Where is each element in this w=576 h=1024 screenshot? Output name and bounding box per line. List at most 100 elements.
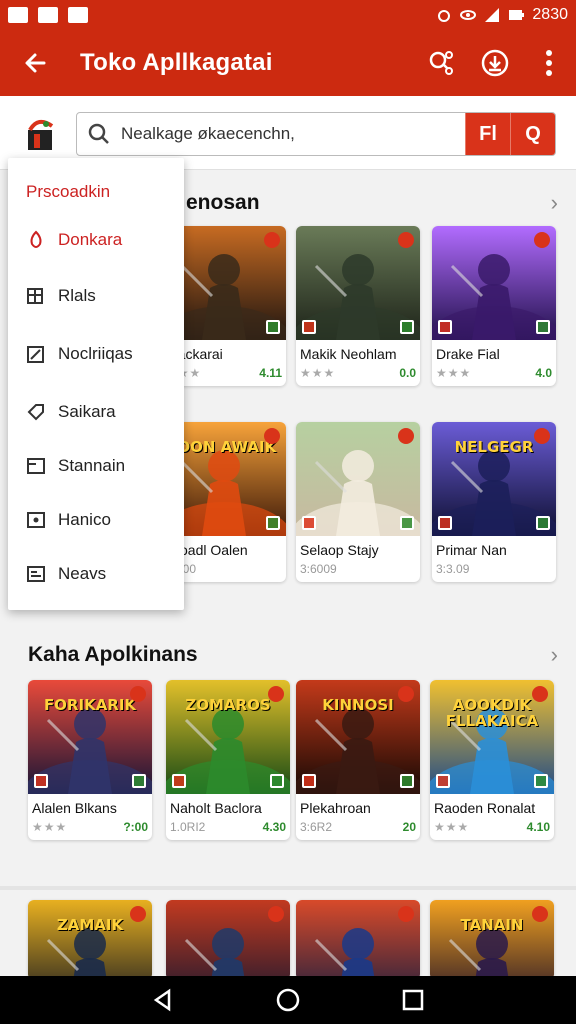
platform-corner-icon xyxy=(270,774,284,788)
section-header-2[interactable]: Kaha Apolkinans › xyxy=(28,640,576,670)
battery-icon xyxy=(509,10,525,20)
app-price: 4.30 xyxy=(262,820,286,834)
app-meta: 3:6R2 20 xyxy=(296,816,420,840)
drawer-title: Prscoadkin xyxy=(26,182,111,201)
app-card[interactable]: Selaop Stajy 3:6009 xyxy=(296,422,420,582)
app-downloads: 1.0RI2 xyxy=(170,820,206,834)
back-button[interactable] xyxy=(0,30,70,96)
more-options-button[interactable] xyxy=(522,30,576,96)
app-name: Plekahroan xyxy=(300,800,371,816)
app-artwork xyxy=(166,900,290,976)
app-artwork xyxy=(296,900,420,976)
app-meta: ★★★ ?:00 xyxy=(28,816,152,840)
nav-recent-button[interactable] xyxy=(398,985,428,1015)
rating-corner-icon xyxy=(438,516,452,530)
edit-icon xyxy=(26,344,46,364)
app-artwork-title: AOOKDIK FLLAKAICA xyxy=(445,696,539,730)
app-artwork xyxy=(296,422,420,536)
platform-corner-icon xyxy=(132,774,146,788)
app-meta: 1.0RI2 4.30 xyxy=(166,816,290,840)
app-artwork-title: KINNOSI xyxy=(322,696,394,714)
age-rating-badge xyxy=(532,906,548,922)
app-card[interactable]: AOOKDIK FLLAKAICA Raoden Ronalat ★★★ 4.10 xyxy=(430,680,554,840)
drawer-item-label: Noclriiqas xyxy=(58,344,133,363)
age-rating-badge xyxy=(264,232,280,248)
age-rating-badge xyxy=(130,686,146,702)
search-input[interactable]: Nealkage økaecenchn, xyxy=(121,124,465,144)
store-logo-icon xyxy=(28,119,54,150)
section-title-2: Kaha Apolkinans xyxy=(28,643,198,666)
rating-corner-icon xyxy=(436,774,450,788)
platform-corner-icon xyxy=(536,516,550,530)
info-icon xyxy=(26,510,46,530)
star-rating: ★★★ xyxy=(300,366,336,380)
rating-corner-icon xyxy=(172,774,186,788)
app-card[interactable]: KINNOSI Plekahroan 3:6R2 20 xyxy=(296,680,420,840)
section-header-1[interactable]: enosan › xyxy=(186,188,576,218)
app-card[interactable]: Drake Fial ★★★ 4.0 xyxy=(432,226,556,386)
app-card[interactable]: ZOMAROS Naholt Baclora 1.0RI2 4.30 xyxy=(166,680,290,840)
back-arrow-icon xyxy=(25,53,46,73)
age-rating-badge xyxy=(398,232,414,248)
voice-search-button[interactable]: Q xyxy=(510,113,555,155)
star-rating: ★★★ xyxy=(436,366,472,380)
section-title-1: enosan xyxy=(186,191,260,214)
share-button[interactable] xyxy=(414,30,468,96)
drawer-item-label: Rlals xyxy=(58,286,96,305)
app-price: 20 xyxy=(402,820,416,834)
rating-corner-icon xyxy=(34,774,48,788)
drawer-item[interactable]: Stannain xyxy=(26,456,125,476)
age-rating-badge xyxy=(264,428,280,444)
app-price: 4.0 xyxy=(535,366,552,380)
drawer-item[interactable]: Rlals xyxy=(26,286,96,306)
app-meta: ★★★ 4.0 xyxy=(432,362,556,386)
drawer-item[interactable]: Saikara xyxy=(26,402,116,422)
filter-button[interactable]: Fl xyxy=(465,113,510,155)
notification-icon xyxy=(8,7,28,23)
chevron-right-icon[interactable]: › xyxy=(551,190,558,216)
drawer-item[interactable]: Donkara xyxy=(26,230,122,250)
system-nav-bar xyxy=(0,976,576,1024)
drawer-item[interactable]: Neavs xyxy=(26,564,106,584)
drawer-item[interactable]: Noclriiqas xyxy=(26,344,133,364)
app-name: Selaop Stajy xyxy=(300,542,379,558)
age-rating-badge xyxy=(534,232,550,248)
star-rating: ★★★ xyxy=(434,820,470,834)
alarm-icon xyxy=(438,10,451,22)
app-card[interactable] xyxy=(296,900,420,976)
fire-icon xyxy=(26,230,46,250)
status-time: 2830 xyxy=(532,6,568,23)
app-downloads: 3:6009 xyxy=(300,562,337,576)
search-icon xyxy=(77,113,121,155)
app-artwork xyxy=(296,226,420,340)
search-box[interactable]: Nealkage økaecenchn, Fl Q xyxy=(76,112,556,156)
message-icon xyxy=(68,7,88,23)
age-rating-badge xyxy=(268,686,284,702)
nav-back-button[interactable] xyxy=(148,985,178,1015)
drawer-item[interactable]: Hanico xyxy=(26,510,111,530)
rating-corner-icon xyxy=(302,320,316,334)
platform-corner-icon xyxy=(536,320,550,334)
age-rating-badge xyxy=(398,686,414,702)
app-artwork-title: NELGEGR xyxy=(454,438,534,456)
app-price: ?:00 xyxy=(123,820,148,834)
platform-corner-icon xyxy=(266,320,280,334)
app-card[interactable]: NELGEGR Primar Nan 3:3.09 xyxy=(432,422,556,582)
app-card[interactable] xyxy=(166,900,290,976)
app-artwork: ZOMAROS xyxy=(166,680,290,794)
app-artwork-title: ZAMAIK xyxy=(56,916,124,934)
app-card[interactable]: FORIKARIK Alalen Blkans ★★★ ?:00 xyxy=(28,680,152,840)
app-name: Makik Neohlam xyxy=(300,346,397,362)
app-bar: Toko Apllkagatai xyxy=(0,30,576,96)
download-button[interactable] xyxy=(468,30,522,96)
app-meta: ★★★ 4.10 xyxy=(430,816,554,840)
nav-home-button[interactable] xyxy=(273,985,303,1015)
app-card[interactable]: TANAIN xyxy=(430,900,554,976)
category-drawer: Prscoadkin Donkara Rlals Noclriiqas Saikara… xyxy=(8,158,184,610)
app-card[interactable]: ZAMAIK xyxy=(28,900,152,976)
app-artwork-title: ZOMAROS xyxy=(185,696,271,714)
chevron-right-icon[interactable]: › xyxy=(551,642,558,668)
signal-icon xyxy=(485,8,500,22)
folder-icon xyxy=(26,456,46,476)
app-card[interactable]: Makik Neohlam ★★★ 0.0 xyxy=(296,226,420,386)
